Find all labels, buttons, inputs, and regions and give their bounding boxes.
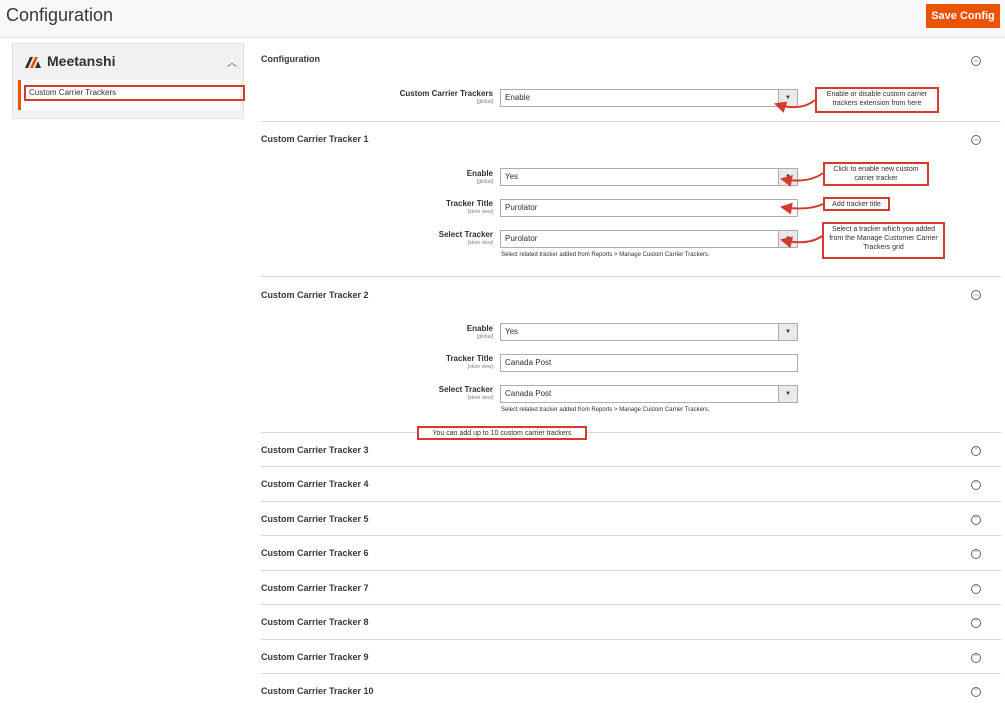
tracker2-enable-select[interactable]: Yes ▼ — [500, 323, 798, 341]
custom-carrier-trackers-select[interactable]: Enable ▼ — [500, 89, 798, 107]
chevron-down-icon[interactable]: ﹀ — [971, 515, 981, 525]
chevron-up-icon[interactable]: ︿ — [971, 56, 981, 66]
section-title-tracker-9[interactable]: Custom Carrier Tracker 9 — [261, 652, 369, 662]
tracker2-title-input[interactable]: Canada Post — [500, 354, 798, 372]
divider — [261, 501, 1001, 502]
divider — [261, 673, 1001, 674]
chevron-up-icon[interactable]: ︿ — [971, 290, 981, 300]
chevron-up-icon[interactable]: ︿ — [971, 135, 981, 145]
select-value: Canada Post — [505, 389, 552, 398]
field-note: Select related tracker added from Report… — [501, 407, 710, 413]
field-label-tracker-title: Tracker Title — [446, 354, 493, 363]
divider — [261, 639, 1001, 640]
divider — [261, 604, 1001, 605]
tracker1-title-input[interactable]: Purolator — [500, 199, 798, 217]
sidebar-item-label: Custom Carrier Trackers — [24, 85, 245, 101]
select-value: Yes — [505, 172, 519, 181]
chevron-down-icon[interactable]: ﹀ — [971, 618, 981, 628]
chevron-down-icon[interactable]: ﹀ — [971, 446, 981, 456]
chevron-down-icon[interactable]: ﹀ — [971, 584, 981, 594]
select-value: Enable — [505, 93, 530, 102]
section-title-tracker-7[interactable]: Custom Carrier Tracker 7 — [261, 583, 369, 593]
divider — [261, 466, 1001, 467]
field-label-enable: Enable — [466, 169, 493, 178]
caret-down-icon[interactable]: ▼ — [778, 231, 797, 247]
meetanshi-logo-icon — [25, 56, 41, 68]
section-title-tracker-2[interactable]: Custom Carrier Tracker 2 — [261, 290, 369, 300]
field-label-select-tracker: Select Tracker — [438, 230, 493, 239]
section-title-configuration[interactable]: Configuration — [261, 54, 320, 64]
divider — [261, 276, 1001, 277]
config-sidebar: Meetanshi ︿ Custom Carrier Trackers — [12, 43, 245, 119]
callout-up-to-10: You can add up to 10 custom carrier trac… — [417, 426, 587, 440]
section-title-tracker-1[interactable]: Custom Carrier Tracker 1 — [261, 134, 369, 144]
save-config-button[interactable]: Save Config — [926, 4, 1000, 28]
callout-add-title: Add tracker title — [823, 197, 890, 211]
section-title-tracker-3[interactable]: Custom Carrier Tracker 3 — [261, 445, 369, 455]
section-title-tracker-10[interactable]: Custom Carrier Tracker 10 — [261, 686, 374, 696]
section-title-tracker-8[interactable]: Custom Carrier Tracker 8 — [261, 617, 369, 627]
field-scope: [store view] — [467, 364, 493, 370]
chevron-down-icon[interactable]: ﹀ — [971, 653, 981, 663]
divider — [261, 535, 1001, 536]
callout-enable-tracker: Click to enable new custom carrier track… — [823, 162, 929, 186]
brand-name: Meetanshi — [47, 53, 116, 69]
divider — [261, 432, 1001, 433]
chevron-down-icon[interactable]: ﹀ — [971, 549, 981, 559]
chevron-up-icon[interactable]: ︿ — [227, 54, 237, 69]
select-value: Purolator — [505, 234, 538, 243]
sidebar-item-custom-carrier-trackers[interactable]: Custom Carrier Trackers — [18, 80, 245, 110]
caret-down-icon[interactable]: ▼ — [778, 324, 797, 340]
field-scope: [global] — [476, 99, 493, 105]
field-scope: [store view] — [467, 240, 493, 246]
divider — [261, 121, 1001, 122]
field-label-select-tracker: Select Tracker — [438, 385, 493, 394]
caret-down-icon[interactable]: ▼ — [778, 386, 797, 402]
sidebar-brand[interactable]: Meetanshi — [25, 53, 115, 69]
field-scope: [store view] — [467, 209, 493, 215]
caret-down-icon[interactable]: ▼ — [778, 169, 797, 185]
tracker2-select-tracker[interactable]: Canada Post ▼ — [500, 385, 798, 403]
page-header: Configuration Save Config — [0, 0, 1005, 38]
page-title: Configuration — [6, 5, 114, 25]
section-title-tracker-4[interactable]: Custom Carrier Tracker 4 — [261, 479, 369, 489]
tracker1-enable-select[interactable]: Yes ▼ — [500, 168, 798, 186]
callout-select-tracker: Select a tracker which you added from th… — [822, 222, 945, 259]
chevron-down-icon[interactable]: ﹀ — [971, 480, 981, 490]
field-scope: [global] — [476, 334, 493, 340]
divider — [261, 570, 1001, 571]
field-scope: [global] — [476, 179, 493, 185]
field-label-enable: Enable — [466, 324, 493, 333]
field-scope: [store view] — [467, 395, 493, 401]
field-label-custom-carrier-trackers: Custom Carrier Trackers — [399, 89, 493, 98]
tracker1-select-tracker[interactable]: Purolator ▼ — [500, 230, 798, 248]
section-title-tracker-5[interactable]: Custom Carrier Tracker 5 — [261, 514, 369, 524]
select-value: Yes — [505, 327, 519, 336]
chevron-down-icon[interactable]: ﹀ — [971, 687, 981, 697]
field-note: Select related tracker added from Report… — [501, 252, 710, 258]
callout-enable-extension: Enable or disable custom carrier tracker… — [815, 87, 939, 113]
caret-down-icon[interactable]: ▼ — [778, 90, 797, 106]
field-label-tracker-title: Tracker Title — [446, 199, 493, 208]
section-title-tracker-6[interactable]: Custom Carrier Tracker 6 — [261, 548, 369, 558]
